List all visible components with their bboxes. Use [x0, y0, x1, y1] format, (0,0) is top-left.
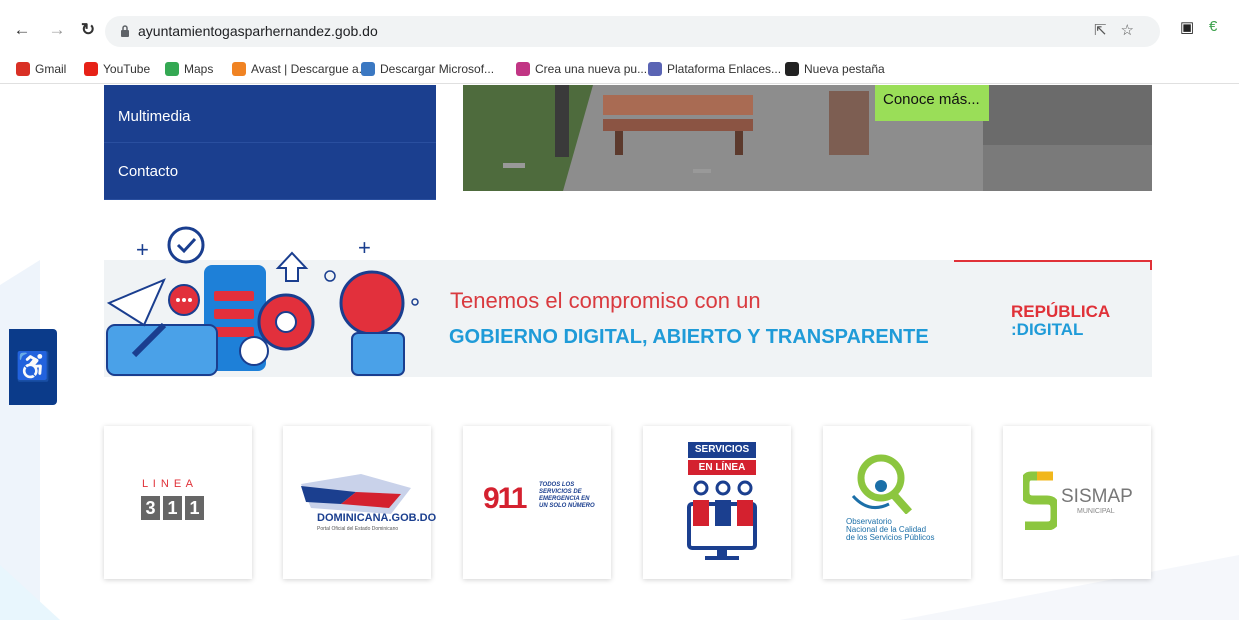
youtube-icon	[84, 62, 98, 76]
sidepanel-icon[interactable]: ▣	[1180, 18, 1194, 36]
magnifier-logo	[851, 454, 912, 514]
linea-label: L I N E A	[142, 478, 195, 490]
globe-icon	[785, 62, 799, 76]
lock-icon	[121, 25, 129, 37]
bookmark-label: Maps	[184, 62, 214, 76]
bookmark-label: Avast | Descargue a...	[251, 62, 369, 76]
911-line: EMERGENCIA EN	[539, 496, 590, 502]
address-bar[interactable]: ayuntamientogasparhernandez.gob.do ⇱☆	[105, 16, 1160, 47]
bookmark-item[interactable]: Nueva pestaña	[785, 62, 885, 76]
service-cards: L I N E A 3 1 1 DOMINICANA.GOB.DO Portal…	[104, 426, 1152, 579]
menu-item-multimedia[interactable]: Multimedia	[104, 85, 436, 143]
observatorio-line: de los Servicios Públicos	[846, 533, 935, 542]
bookmark-item[interactable]: Plataforma Enlaces...	[648, 62, 781, 76]
dominicana-card[interactable]: DOMINICANA.GOB.DO Portal Oficial del Est…	[283, 426, 436, 579]
bookmark-label: Plataforma Enlaces...	[667, 62, 782, 76]
linea-311-card[interactable]: L I N E A 3 1 1	[104, 426, 252, 579]
sismap-title: SISMAP	[1061, 486, 1133, 507]
digits-311: 3 1 1	[141, 496, 204, 520]
sismap-sub: MUNICIPAL	[1077, 508, 1115, 515]
bookmark-label: Gmail	[35, 62, 67, 76]
extension-icon[interactable]: €	[1209, 18, 1217, 35]
svg-text:+: +	[358, 235, 371, 260]
maps-icon	[165, 62, 179, 76]
servicios-card[interactable]: SERVICIOS EN LÍNEA	[643, 426, 791, 579]
bookmark-label: Nueva pestaña	[804, 62, 885, 76]
digit: 1	[163, 496, 182, 520]
banner-line2: GOBIERNO DIGITAL, ABIERTO Y TRANSPARENTE	[449, 326, 929, 348]
avast-icon	[232, 62, 246, 76]
wheelchair-icon: ♿	[15, 351, 51, 382]
instagram-icon	[516, 62, 530, 76]
forward-arrow-icon[interactable]: →	[47, 20, 67, 40]
servicios-top: SERVICIOS	[688, 442, 756, 458]
gobierno-digital-banner[interactable]: + + Tenemos el compromiso con un GOBIERN…	[104, 225, 1152, 377]
url-text: ayuntamientogasparhernandez.gob.do	[138, 23, 378, 39]
back-arrow-icon[interactable]: ←	[12, 20, 32, 40]
republica-digital-logo: REPÚBLICA :DIGITAL	[1011, 303, 1110, 339]
share-star-icons[interactable]: ⇱☆	[1094, 21, 1148, 39]
banner-line1: Tenemos el compromiso con un	[450, 288, 761, 313]
brand-top: REPÚBLICA	[1011, 302, 1111, 321]
reload-icon[interactable]: ↻	[78, 20, 98, 40]
page-content: Multimedia Contacto Conoce más... + + Te…	[0, 85, 1239, 620]
digital-illustration: + +	[106, 226, 419, 376]
hero-illustration: Conoce más...	[463, 85, 1152, 191]
911-number: 911	[483, 482, 527, 515]
bookmark-item[interactable]: Avast | Descargue a...	[232, 62, 369, 76]
dominicana-label: DOMINICANA.GOB.DO	[317, 512, 437, 524]
sismap-s-logo	[1023, 471, 1057, 530]
bookmark-item[interactable]: Gmail	[16, 62, 66, 76]
conoce-mas-button[interactable]: Conoce más...	[875, 85, 989, 121]
bookmark-item[interactable]: Crea una nueva pu...	[516, 62, 647, 76]
digit: 3	[141, 496, 160, 520]
digit: 1	[185, 496, 204, 520]
servicios-bottom: EN LÍNEA	[688, 460, 756, 475]
911-text: TODOS LOS SERVICIOS DE EMERGENCIA EN UN …	[539, 482, 595, 510]
911-card[interactable]: 911 TODOS LOS SERVICIOS DE EMERGENCIA EN…	[463, 426, 611, 579]
911-line: SERVICIOS DE	[539, 489, 582, 495]
brand-bottom: :DIGITAL	[1011, 320, 1084, 339]
bookmarks-bar: Gmail YouTube Maps Avast | Descargue a... De…	[0, 58, 1239, 84]
observatorio-text: Observatorio Nacional de la Calidad de l…	[846, 518, 934, 542]
side-menu: Multimedia Contacto	[104, 85, 436, 200]
bookmark-item[interactable]: YouTube	[84, 62, 150, 76]
bookmark-item[interactable]: Descargar Microsof...	[361, 62, 494, 76]
911-line: TODOS LOS	[539, 482, 575, 488]
browser-toolbar: ← → ↻ ayuntamientogasparhernandez.gob.do…	[0, 0, 1239, 58]
bookmark-label: Crea una nueva pu...	[535, 62, 648, 76]
bookmark-item[interactable]: Maps	[165, 62, 213, 76]
dominicana-sub: Portal Oficial del Estado Dominicano	[317, 526, 399, 532]
sismap-card[interactable]: SISMAP MUNICIPAL	[1003, 426, 1151, 579]
microsoft-icon	[361, 62, 375, 76]
menu-item-contacto[interactable]: Contacto	[104, 143, 436, 200]
gmail-icon	[16, 62, 30, 76]
red-corner-line	[954, 260, 1152, 270]
bookmark-label: Descargar Microsof...	[380, 62, 495, 76]
people-screen-icon	[687, 480, 757, 560]
search-icon	[648, 62, 662, 76]
park-scene-illustration	[463, 85, 1152, 191]
bookmark-label: YouTube	[103, 62, 151, 76]
911-line: UN SOLO NÚMERO	[539, 503, 595, 509]
accessibility-button[interactable]: ♿	[9, 329, 57, 405]
svg-text:+: +	[136, 237, 149, 262]
observatorio-card[interactable]: Observatorio Nacional de la Calidad de l…	[823, 426, 971, 579]
